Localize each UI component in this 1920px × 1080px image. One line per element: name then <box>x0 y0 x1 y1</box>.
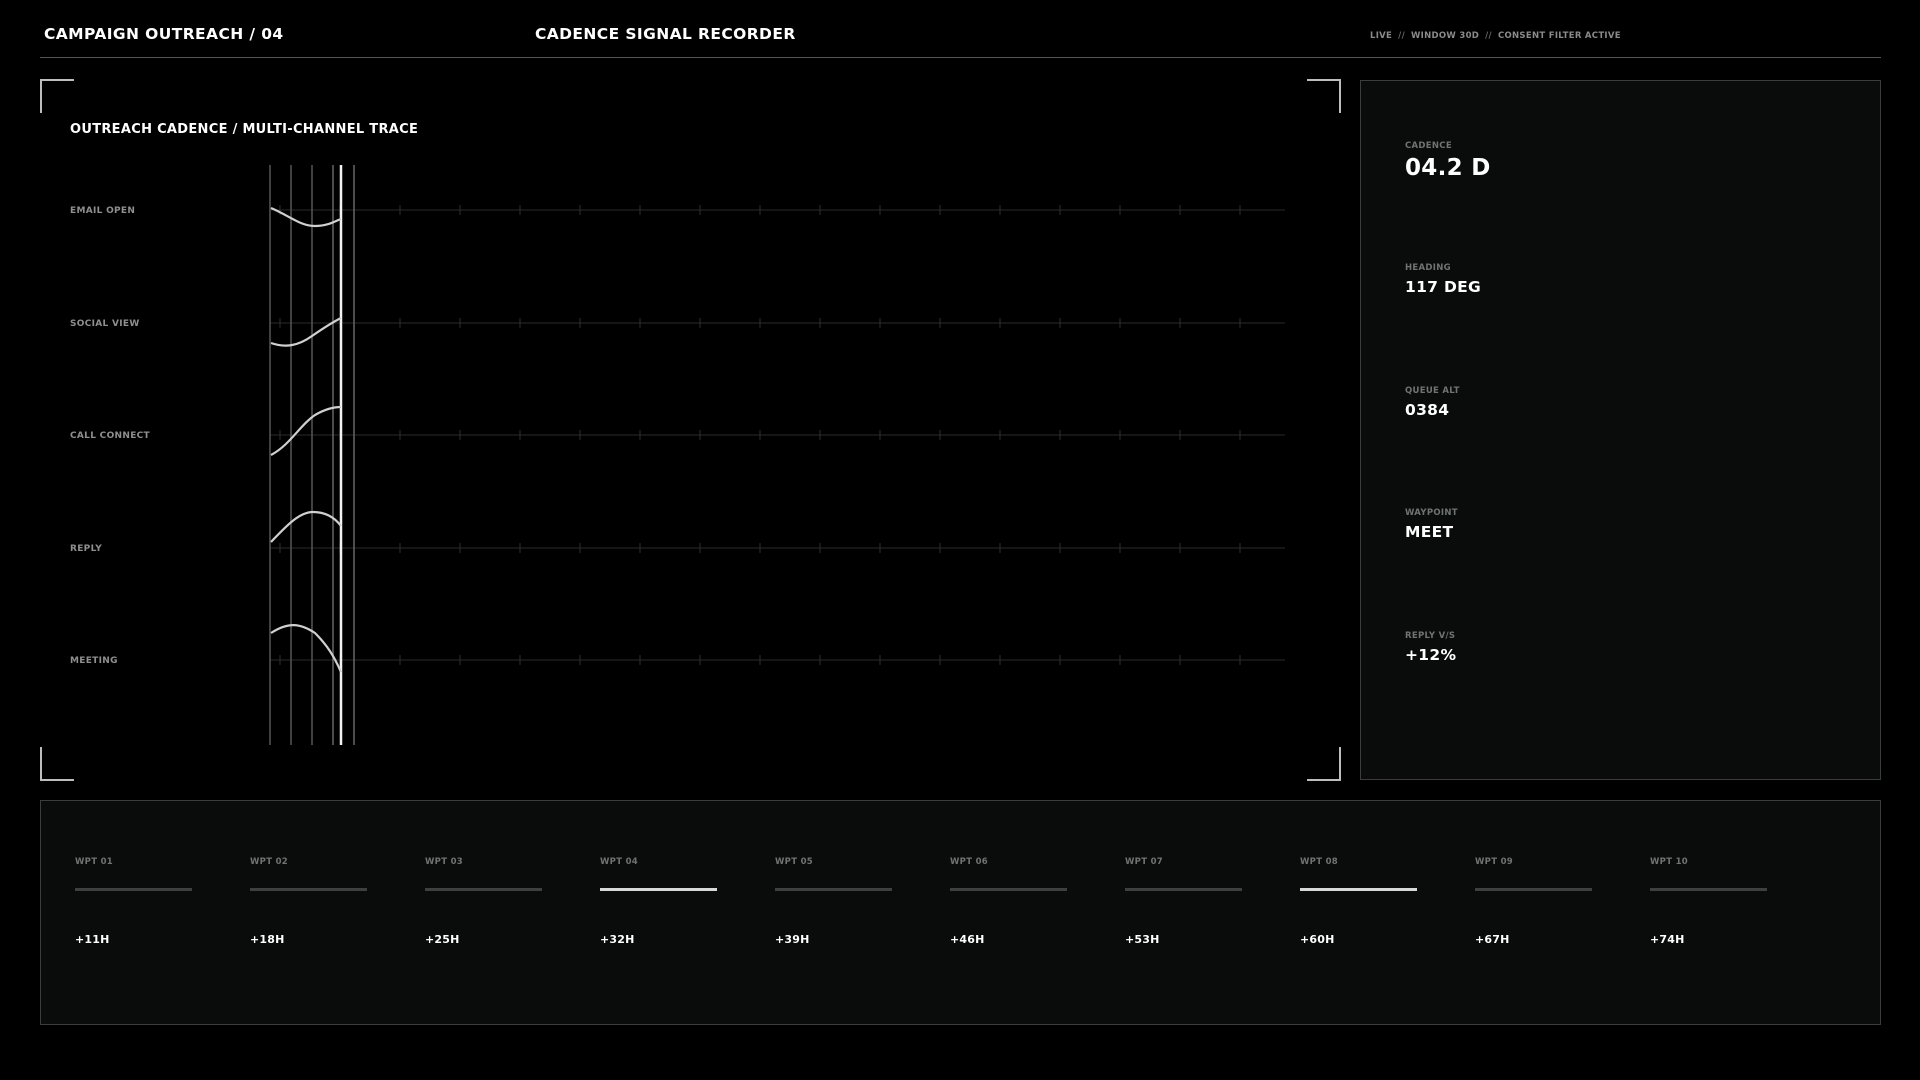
waypoint-label: WPT 05 <box>775 857 813 867</box>
stat-value: MEET <box>1405 523 1454 541</box>
status-separator: // <box>1398 31 1405 41</box>
waypoint-item[interactable]: WPT 09 +67H <box>1475 857 1592 946</box>
waypoint-offset: +67H <box>1475 933 1510 946</box>
waypoint-progress-bar <box>1650 888 1767 891</box>
waypoint-offset: +32H <box>600 933 635 946</box>
waypoint-offset: +25H <box>425 933 460 946</box>
stats-panel: CADENCE 04.2 D HEADING 117 DEG QUEUE ALT 0384… <box>1360 80 1881 780</box>
stat-label: QUEUE ALT <box>1405 386 1460 396</box>
waypoint-progress-bar <box>1125 888 1242 891</box>
waypoint-item[interactable]: WPT 02 +18H <box>250 857 367 946</box>
stat-reply-v-s: REPLY V/S +12% <box>1405 631 1456 664</box>
trace-wave <box>270 510 342 543</box>
waypoint-label: WPT 07 <box>1125 857 1163 867</box>
waypoint-item[interactable]: WPT 08 +60H <box>1300 857 1417 946</box>
waypoint-offset: +74H <box>1650 933 1685 946</box>
waypoint-item[interactable]: WPT 07 +53H <box>1125 857 1242 946</box>
waypoint-item[interactable]: WPT 06 +46H <box>950 857 1067 946</box>
stat-value: 0384 <box>1405 401 1450 419</box>
waypoint-progress-bar <box>950 888 1067 891</box>
trace-wave <box>270 624 343 673</box>
waypoint-offset: +11H <box>75 933 110 946</box>
waypoint-offset: +18H <box>250 933 285 946</box>
waypoint-label: WPT 06 <box>950 857 988 867</box>
status-separator: // <box>1485 31 1492 41</box>
waypoints-panel: WPT 01 +11H WPT 02 +18H WPT 03 +25H WPT 04 +32H… <box>40 800 1881 1025</box>
multi-channel-trace <box>269 165 1285 745</box>
stat-label: CADENCE <box>1405 141 1452 151</box>
stat-cadence: CADENCE 04.2 D <box>1405 141 1491 181</box>
stat-queue-alt: QUEUE ALT 0384 <box>1405 386 1460 419</box>
waypoint-progress-bar <box>425 888 542 891</box>
stat-label: WAYPOINT <box>1405 508 1458 518</box>
status-bar: LIVE // WINDOW 30D // CONSENT FILTER ACTIVE <box>1370 31 1621 41</box>
waypoint-progress-bar <box>75 888 192 891</box>
stat-heading: HEADING 117 DEG <box>1405 263 1481 296</box>
waypoint-label: WPT 09 <box>1475 857 1513 867</box>
waypoint-label: WPT 03 <box>425 857 463 867</box>
status-live: LIVE <box>1370 31 1393 41</box>
stat-waypoint: WAYPOINT MEET <box>1405 508 1458 541</box>
waypoint-label: WPT 08 <box>1300 857 1338 867</box>
trace-wave <box>270 317 342 347</box>
stat-value: +12% <box>1405 646 1457 664</box>
waypoint-label: WPT 01 <box>75 857 113 867</box>
waypoint-progress-bar <box>250 888 367 891</box>
waypoint-label: WPT 04 <box>600 857 638 867</box>
status-consent-filter: CONSENT FILTER ACTIVE <box>1497 31 1621 41</box>
waypoint-progress-bar <box>1300 888 1417 891</box>
waypoint-offset: +46H <box>950 933 985 946</box>
waypoint-offset: +60H <box>1300 933 1335 946</box>
waypoint-item[interactable]: WPT 05 +39H <box>775 857 892 946</box>
waypoint-label: WPT 10 <box>1650 857 1688 867</box>
trace-wave <box>270 405 342 456</box>
waypoint-offset: +53H <box>1125 933 1160 946</box>
stat-value: 04.2 D <box>1405 155 1491 181</box>
waypoint-offset: +39H <box>775 933 810 946</box>
stat-label: REPLY V/S <box>1405 631 1456 641</box>
stat-label: HEADING <box>1405 263 1451 273</box>
waypoint-item[interactable]: WPT 03 +25H <box>425 857 542 946</box>
waypoint-item[interactable]: WPT 01 +11H <box>75 857 192 946</box>
waypoint-progress-bar <box>775 888 892 891</box>
trace-wave <box>270 206 342 228</box>
waypoint-progress-bar <box>600 888 717 891</box>
waypoint-item[interactable]: WPT 04 +32H <box>600 857 717 946</box>
status-window: WINDOW 30D <box>1410 31 1480 41</box>
waypoint-progress-bar <box>1475 888 1592 891</box>
stat-value: 117 DEG <box>1405 278 1482 296</box>
waypoint-item[interactable]: WPT 10 +74H <box>1650 857 1767 946</box>
waypoint-label: WPT 02 <box>250 857 288 867</box>
